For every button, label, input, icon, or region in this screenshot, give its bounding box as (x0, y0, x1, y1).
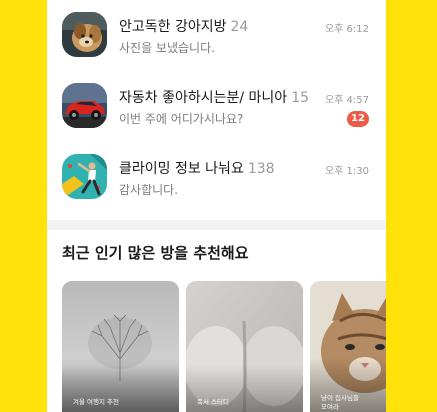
card-label: 독서 스터디 (197, 398, 229, 406)
chat-room-name: 클라이밍 정보 나눠요 (119, 161, 244, 177)
chat-room-name: 자동차 좋아하시는분/ 마니아 (119, 90, 288, 106)
last-message: 이번 주에 어디가시나요? (119, 112, 244, 126)
card-label: 냥이 집사님들 모여라 (321, 394, 359, 411)
card-label: 겨울 여행지 추천 (73, 398, 119, 406)
climber-avatar (62, 154, 107, 199)
open-chat-list: 안고독한 강아지방 24 사진을 보냈습니다. 오후 6:12 자동차 좋아하시는… (47, 0, 386, 412)
chat-room-item[interactable]: 자동차 좋아하시는분/ 마니아 15 이번 주에 어디가시나요? 오후 4:57 … (47, 83, 386, 141)
chat-room-name: 안고독한 강아지방 (119, 19, 227, 35)
unread-count-badge: 12 (347, 111, 369, 127)
member-count: 138 (247, 161, 275, 177)
recommended-room-card[interactable]: 냥이 집사님들 모여라 (310, 281, 386, 412)
chat-room-item[interactable]: 안고독한 강아지방 24 사진을 보냈습니다. 오후 6:12 (47, 12, 386, 70)
section-divider (47, 220, 386, 230)
message-time: 오후 1:30 (324, 166, 369, 177)
member-count: 24 (230, 19, 249, 35)
red-car-avatar (62, 83, 107, 128)
member-count: 15 (291, 90, 310, 106)
last-message: 사진을 보냈습니다. (119, 41, 215, 55)
last-message: 감사합니다. (119, 183, 179, 197)
message-time: 오후 4:57 (324, 95, 369, 106)
foggy-tree-image (62, 281, 179, 412)
recommended-room-card[interactable]: 겨울 여행지 추천 (62, 281, 179, 412)
dog-photo-avatar (62, 12, 107, 57)
chat-room-item[interactable]: 클라이밍 정보 나눠요 138 감사합니다. 오후 1:30 (47, 154, 386, 212)
cat-image (310, 281, 386, 412)
fabric-drape-image (186, 281, 303, 412)
recommend-section-title: 최근 인기 많은 방을 추천해요 (62, 244, 249, 262)
message-time: 오후 6:12 (324, 24, 369, 35)
recommended-room-card[interactable]: 독서 스터디 (186, 281, 303, 412)
